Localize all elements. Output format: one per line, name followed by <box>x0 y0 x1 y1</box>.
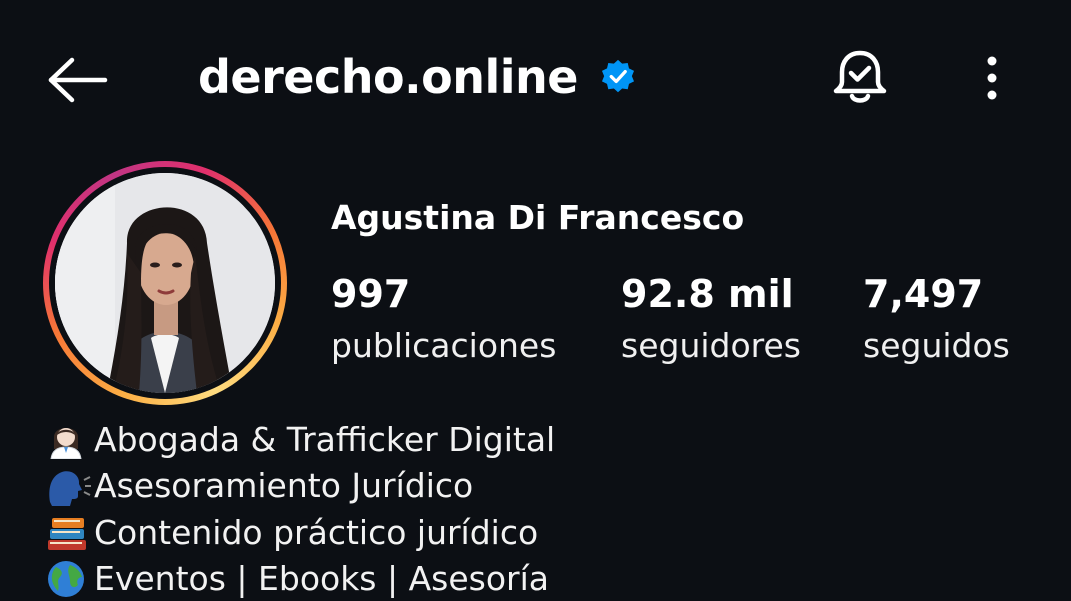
profile-photo <box>55 173 275 393</box>
back-button[interactable] <box>40 50 114 110</box>
bio-line: Contenido práctico jurídico <box>46 509 1046 556</box>
bio-text: Eventos | Ebooks | Asesoría <box>94 559 550 599</box>
woman-office-worker-icon <box>46 419 94 460</box>
bio-line: Asesoramiento Jurídico <box>46 463 1046 510</box>
bio: Abogada & Trafficker Digital Asesoramien… <box>46 416 1046 601</box>
bio-line: Abogada & Trafficker Digital <box>46 416 1046 463</box>
books-icon <box>46 512 94 552</box>
back-arrow-icon <box>48 57 108 103</box>
full-name: Agustina Di Francesco <box>331 198 745 237</box>
username: derecho.online <box>198 50 578 104</box>
stat-followers-label: seguidores <box>621 326 802 365</box>
stat-followers[interactable]: 92.8 mil seguidores <box>621 270 801 374</box>
globe-icon <box>46 559 94 599</box>
bio-line: Eventos | Ebooks | Asesoría <box>46 556 1046 601</box>
stat-following-label: seguidos <box>863 326 1010 365</box>
header-title: derecho.online <box>198 44 636 110</box>
avatar <box>55 173 275 393</box>
stat-posts-label: publicaciones <box>331 326 557 365</box>
more-vertical-icon <box>987 56 997 100</box>
stat-following[interactable]: 7,497 seguidos <box>863 270 1010 374</box>
more-options-button[interactable] <box>968 48 1016 108</box>
stat-posts-value: 997 <box>331 272 411 316</box>
bio-text: Contenido práctico jurídico <box>94 512 539 552</box>
stat-followers-value: 92.8 mil <box>621 272 794 316</box>
bell-check-icon <box>833 50 887 103</box>
profile-screen: derecho.online Agustina Di Francesco 997… <box>0 0 1071 601</box>
bio-text: Asesoramiento Jurídico <box>94 466 474 506</box>
stat-following-value: 7,497 <box>863 272 984 316</box>
verified-badge-icon <box>600 59 636 95</box>
stat-posts[interactable]: 997 publicaciones <box>331 270 556 374</box>
story-ring[interactable] <box>43 161 287 405</box>
notifications-button[interactable] <box>826 44 894 112</box>
bio-text: Abogada & Trafficker Digital <box>94 419 556 459</box>
speaking-head-icon <box>46 466 94 506</box>
